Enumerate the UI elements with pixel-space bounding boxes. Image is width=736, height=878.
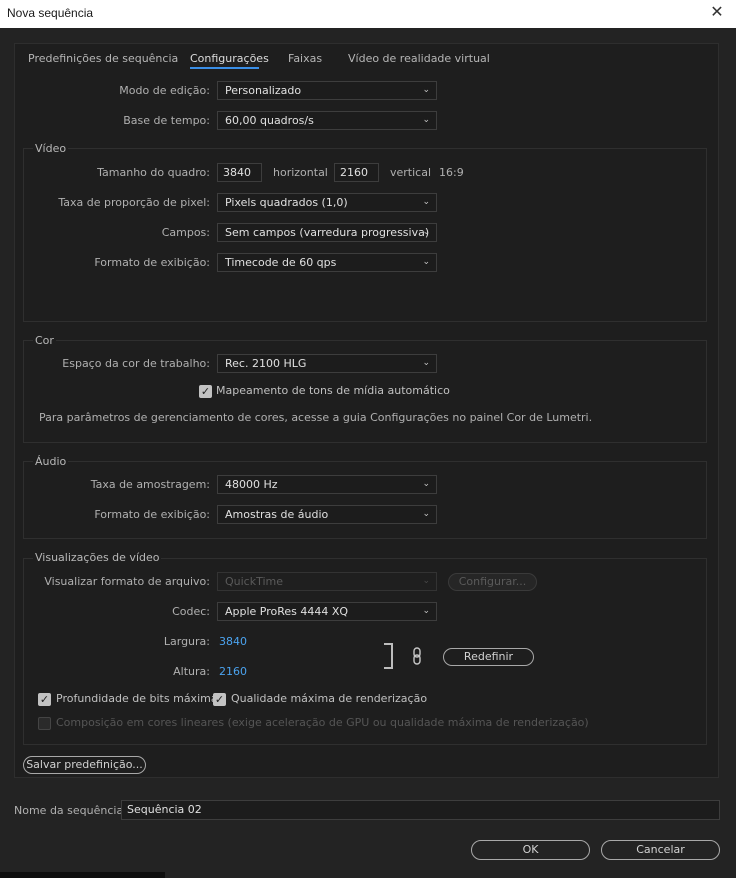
timebase-label: Base de tempo: [123, 114, 210, 127]
fields-value: Sem campos (varredura progressiva) [225, 226, 430, 239]
vertical-label: vertical [390, 166, 432, 179]
pixel-aspect-label: Taxa de proporção de pixel: [58, 196, 210, 209]
chevron-down-icon: ⌄ [422, 227, 430, 237]
close-icon[interactable]: ✕ [708, 3, 726, 21]
sequence-name-label: Nome da sequência: [14, 804, 127, 817]
tab-settings[interactable]: Configurações [190, 52, 269, 65]
frame-size-label: Tamanho do quadro: [97, 166, 210, 179]
max-render-quality-checkbox[interactable]: ✓ [213, 693, 226, 706]
codec-dropdown[interactable]: Apple ProRes 4444 XQ ⌄ [217, 602, 437, 621]
frame-width-input[interactable]: 3840 [217, 163, 262, 182]
audio-group-title: Áudio [33, 455, 69, 468]
aspect-ratio: 16:9 [439, 166, 464, 179]
pixel-aspect-dropdown[interactable]: Pixels quadrados (1,0) ⌄ [217, 193, 437, 212]
tab-vr-video[interactable]: Vídeo de realidade virtual [348, 52, 490, 65]
taskbar-strip [0, 872, 165, 878]
max-bit-depth-checkbox[interactable]: ✓ [38, 693, 51, 706]
sample-rate-label: Taxa de amostragem: [90, 478, 210, 491]
working-space-label: Espaço da cor de trabalho: [62, 357, 210, 370]
max-render-quality-label: Qualidade máxima de renderização [231, 692, 428, 705]
configure-button[interactable]: Configurar... [448, 573, 537, 591]
chevron-down-icon: ⌄ [422, 479, 430, 489]
audio-display-format-dropdown[interactable]: Amostras de áudio ⌄ [217, 505, 437, 524]
chevron-down-icon: ⌄ [422, 257, 430, 267]
working-space-value: Rec. 2100 HLG [225, 357, 307, 370]
preview-height-label: Altura: [173, 665, 210, 678]
edit-mode-value: Personalizado [225, 84, 302, 97]
chain-link-icon[interactable] [410, 646, 424, 666]
window-title: Nova sequência [7, 6, 94, 20]
timebase-dropdown[interactable]: 60,00 quadros/s ⌄ [217, 111, 437, 130]
cancel-button[interactable]: Cancelar [601, 840, 720, 860]
ok-button[interactable]: OK [471, 840, 590, 860]
reset-button[interactable]: Redefinir [443, 648, 534, 666]
sample-rate-dropdown[interactable]: 48000 Hz ⌄ [217, 475, 437, 494]
audio-display-format-value: Amostras de áudio [225, 508, 329, 521]
horizontal-label: horizontal [273, 166, 328, 179]
preview-file-format-value: QuickTime [225, 575, 284, 588]
title-bar [0, 0, 736, 28]
fields-dropdown[interactable]: Sem campos (varredura progressiva) ⌄ [217, 223, 437, 242]
linear-composite-checkbox[interactable] [38, 717, 51, 730]
tone-mapping-label: Mapeamento de tons de mídia automático [216, 384, 450, 397]
link-bracket [384, 643, 393, 669]
sample-rate-value: 48000 Hz [225, 478, 278, 491]
codec-label: Codec: [172, 605, 210, 618]
video-previews-group-title: Visualizações de vídeo [33, 551, 162, 564]
chevron-down-icon: ⌄ [422, 509, 430, 519]
pixel-aspect-value: Pixels quadrados (1,0) [225, 196, 348, 209]
tab-sequence-presets[interactable]: Predefinições de sequência [28, 52, 178, 65]
sequence-name-input[interactable]: Sequência 02 [121, 800, 720, 820]
edit-mode-label: Modo de edição: [119, 84, 210, 97]
tab-tracks[interactable]: Faixas [288, 52, 322, 65]
active-tab-indicator [190, 67, 259, 69]
chevron-down-icon: ⌄ [422, 576, 430, 586]
chevron-down-icon: ⌄ [422, 115, 430, 125]
preview-height-value[interactable]: 2160 [219, 665, 247, 678]
save-preset-button[interactable]: Salvar predefinição... [23, 756, 146, 774]
working-space-dropdown[interactable]: Rec. 2100 HLG ⌄ [217, 354, 437, 373]
color-group-title: Cor [33, 334, 56, 347]
chevron-down-icon: ⌄ [422, 85, 430, 95]
max-bit-depth-label: Profundidade de bits máxima [56, 692, 218, 705]
chevron-down-icon: ⌄ [422, 358, 430, 368]
video-display-format-dropdown[interactable]: Timecode de 60 qps ⌄ [217, 253, 437, 272]
preview-width-value[interactable]: 3840 [219, 635, 247, 648]
chevron-down-icon: ⌄ [422, 197, 430, 207]
codec-value: Apple ProRes 4444 XQ [225, 605, 349, 618]
timebase-value: 60,00 quadros/s [225, 114, 314, 127]
preview-width-label: Largura: [163, 635, 210, 648]
chevron-down-icon: ⌄ [422, 606, 430, 616]
video-display-format-label: Formato de exibição: [94, 256, 210, 269]
audio-display-format-label: Formato de exibição: [94, 508, 210, 521]
tone-mapping-checkbox[interactable]: ✓ [199, 385, 212, 398]
video-group-title: Vídeo [33, 142, 69, 155]
preview-file-format-label: Visualizar formato de arquivo: [44, 575, 210, 588]
video-display-format-value: Timecode de 60 qps [225, 256, 337, 269]
preview-file-format-dropdown[interactable]: QuickTime ⌄ [217, 572, 437, 591]
color-info-text: Para parâmetros de gerenciamento de core… [39, 411, 593, 424]
fields-label: Campos: [161, 226, 210, 239]
frame-height-input[interactable]: 2160 [334, 163, 379, 182]
linear-composite-label: Composição em cores lineares (exige acel… [56, 716, 589, 729]
edit-mode-dropdown[interactable]: Personalizado ⌄ [217, 81, 437, 100]
audio-group [23, 461, 707, 539]
